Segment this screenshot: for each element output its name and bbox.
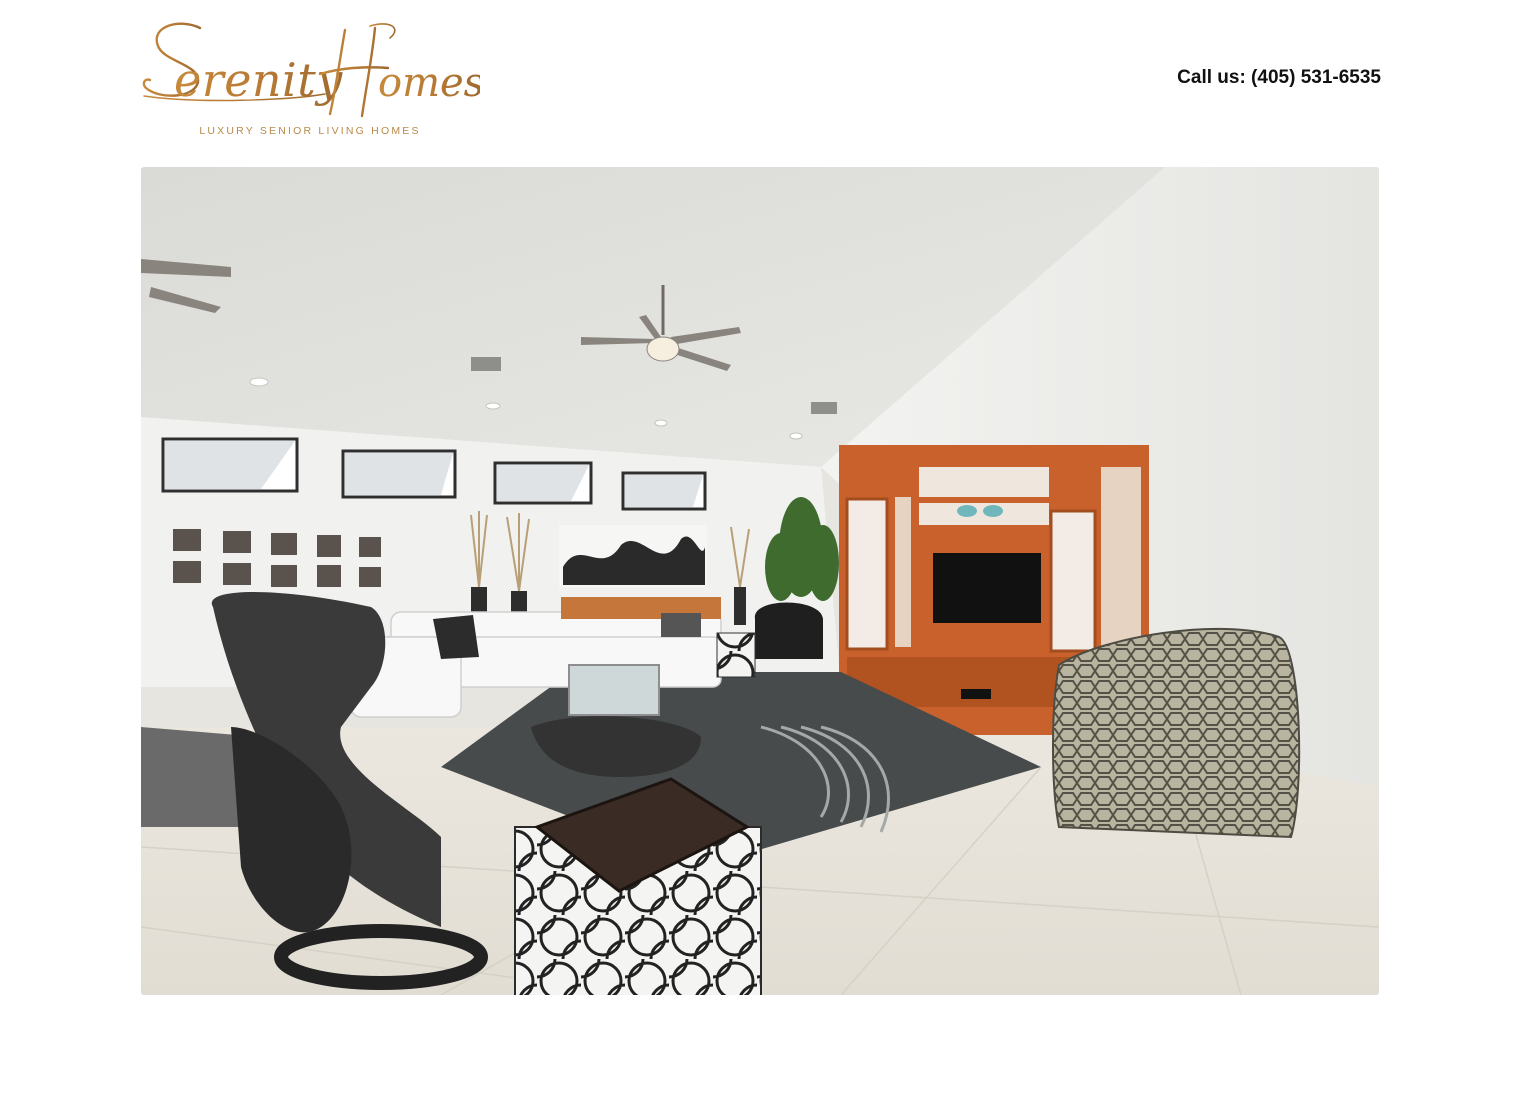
phone-link[interactable]: Call us: (405) 531-6535 xyxy=(1177,67,1381,88)
living-room-photo-icon xyxy=(141,167,1379,995)
logo-text-homes: omes xyxy=(378,60,480,106)
logo[interactable]: erenity omes LUXURY SENIOR LIVING HOMES xyxy=(140,18,480,143)
logo-script-icon: erenity omes xyxy=(142,22,480,118)
site-header: erenity omes LUXURY SENIOR LIVING HOMES … xyxy=(0,0,1515,150)
logo-tagline: LUXURY SENIOR LIVING HOMES xyxy=(199,125,421,137)
hero-image xyxy=(141,167,1379,995)
call-us-phone[interactable]: Call us: (405) 531-6535 xyxy=(1177,67,1381,89)
logo-text-serenity: erenity xyxy=(174,53,343,107)
